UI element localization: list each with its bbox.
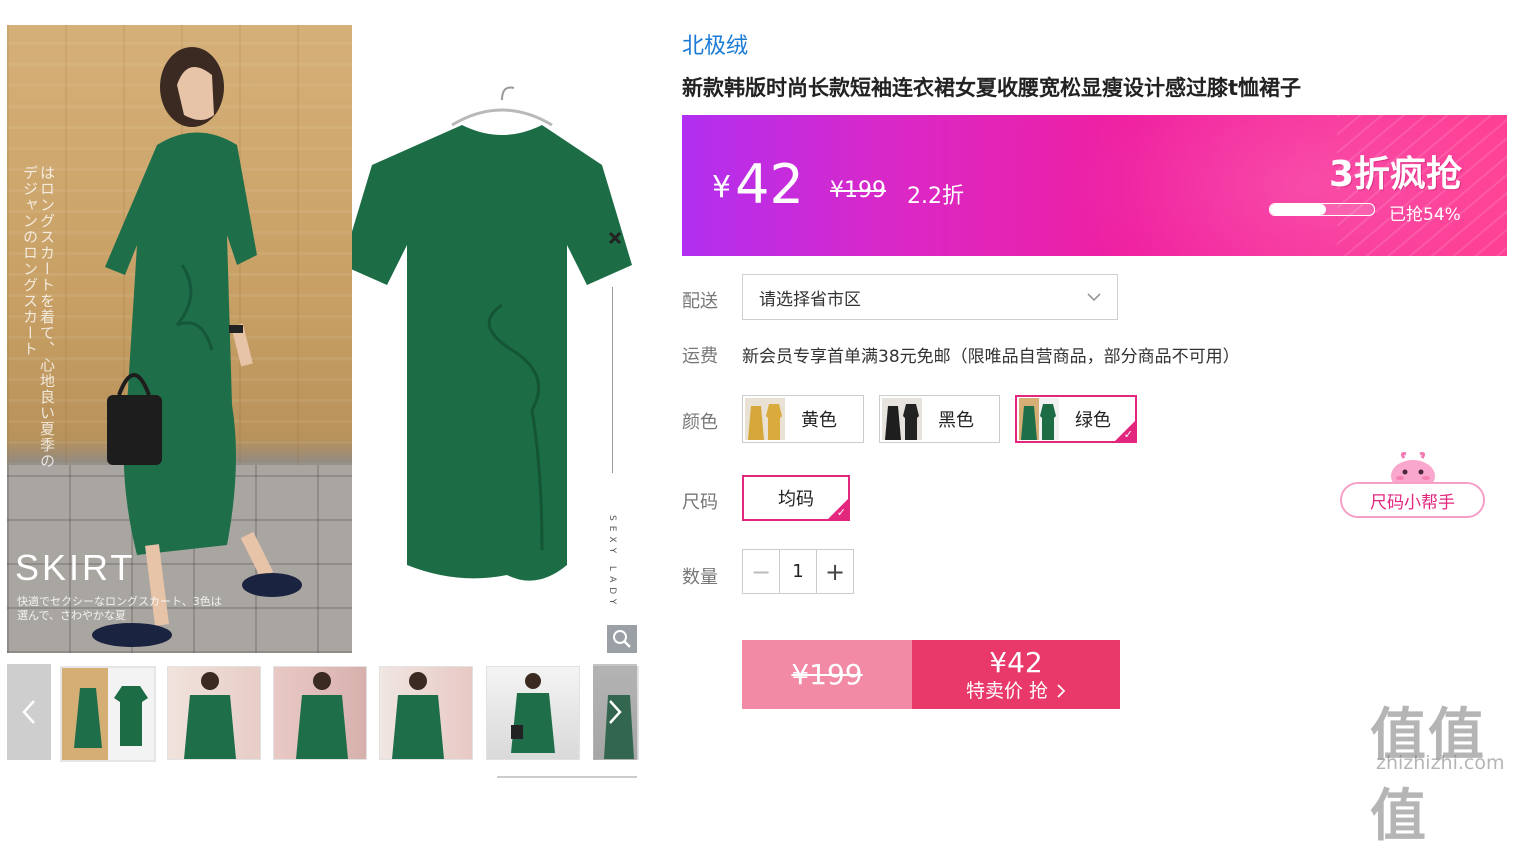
checkmark-icon: ✓	[1123, 428, 1133, 441]
buy-original-price: ¥199	[742, 640, 912, 709]
watermark-url: zhizhizhi.com	[1376, 752, 1505, 774]
thumbnail-3[interactable]	[273, 666, 367, 760]
main-product-image[interactable]: はロングスカートを着て、心地良い夏季のデジャンのロングスカート SKIRT 快適…	[7, 25, 637, 653]
size-helper-button[interactable]: 尺码小帮手	[1340, 482, 1485, 518]
black-swatch	[882, 398, 922, 440]
shipping-info: 新会员专享首单满38元免邮（限唯品自营商品，部分商品不可用）	[742, 347, 1240, 367]
magnifier-icon[interactable]	[607, 625, 637, 653]
region-select[interactable]: 请选择省市区	[742, 274, 1118, 320]
chevron-left-icon[interactable]	[7, 664, 51, 760]
quantity-stepper: − 1 +	[742, 549, 854, 594]
divider-line	[612, 287, 613, 473]
color-label: 颜色	[682, 412, 718, 433]
color-option-yellow[interactable]: 黄色	[742, 395, 864, 443]
green-swatch	[1019, 398, 1059, 440]
sold-progress-fill	[1270, 204, 1327, 215]
original-price: ¥199	[830, 178, 886, 203]
delivery-label: 配送	[682, 291, 718, 312]
skirt-title: SKIRT	[15, 547, 136, 588]
quantity-value[interactable]: 1	[780, 550, 816, 593]
scroll-indicator	[497, 776, 637, 778]
color-option-label: 黄色	[801, 410, 837, 431]
color-option-black[interactable]: 黑色	[879, 395, 1000, 443]
yellow-swatch	[745, 398, 785, 440]
chevron-down-icon	[1087, 287, 1101, 307]
side-text: SEXY LADY	[607, 515, 617, 610]
size-option-one-size[interactable]: 均码 ✓	[742, 475, 850, 521]
color-option-green[interactable]: 绿色 ✓	[1015, 395, 1137, 443]
quantity-decrease-button[interactable]: −	[743, 550, 780, 593]
dress-photo	[352, 86, 632, 581]
japanese-vertical-text: はロングスカートを着て、心地良い夏季のデジャンのロングスカート	[21, 165, 55, 469]
current-price: ¥42	[712, 153, 804, 216]
checkmark-icon: ✓	[836, 506, 846, 519]
chevron-right-icon	[1057, 683, 1066, 698]
product-title: 新款韩版时尚长款短袖连衣裙女夏收腰宽松显瘦设计感过膝t恤裙子	[682, 76, 1302, 100]
quantity-label: 数量	[682, 567, 718, 588]
buy-price: ¥42	[989, 645, 1043, 679]
size-label: 尺码	[682, 492, 718, 513]
quantity-increase-button[interactable]: +	[816, 550, 853, 593]
promo-label: 3折疯抢	[1328, 154, 1462, 195]
price-banner: ¥42 ¥199 2.2折 3折疯抢 已抢54%	[682, 115, 1507, 256]
color-option-label: 黑色	[938, 410, 974, 431]
thumbnail-5[interactable]	[486, 666, 580, 760]
thumbnail-1[interactable]	[60, 666, 156, 762]
shipping-label: 运费	[682, 346, 718, 367]
thumbnail-strip	[7, 664, 639, 762]
buy-area: ¥199 ¥42 特卖价 抢	[742, 640, 1120, 709]
brand-link[interactable]: 北极绒	[682, 28, 748, 60]
size-option-label: 均码	[778, 489, 814, 510]
model-photo: はロングスカートを着て、心地良い夏季のデジャンのロングスカート SKIRT 快適…	[7, 25, 352, 653]
sold-progress-text: 已抢54%	[1389, 205, 1461, 225]
buy-action: 特卖价 抢	[966, 679, 1066, 703]
skirt-subtitle: 快適でセクシーなロングスカート、3色は選んで、さわやかな夏	[17, 595, 222, 622]
thumbnail-2[interactable]	[167, 666, 261, 760]
buy-now-button[interactable]: ¥42 特卖价 抢	[912, 640, 1120, 709]
region-select-value: 请选择省市区	[759, 289, 861, 310]
chevron-right-icon[interactable]	[593, 664, 637, 760]
color-option-label: 绿色	[1075, 410, 1111, 431]
thumbnail-4[interactable]	[379, 666, 473, 760]
discount-rate: 2.2折	[907, 184, 964, 209]
sold-progress-bar	[1269, 203, 1375, 216]
